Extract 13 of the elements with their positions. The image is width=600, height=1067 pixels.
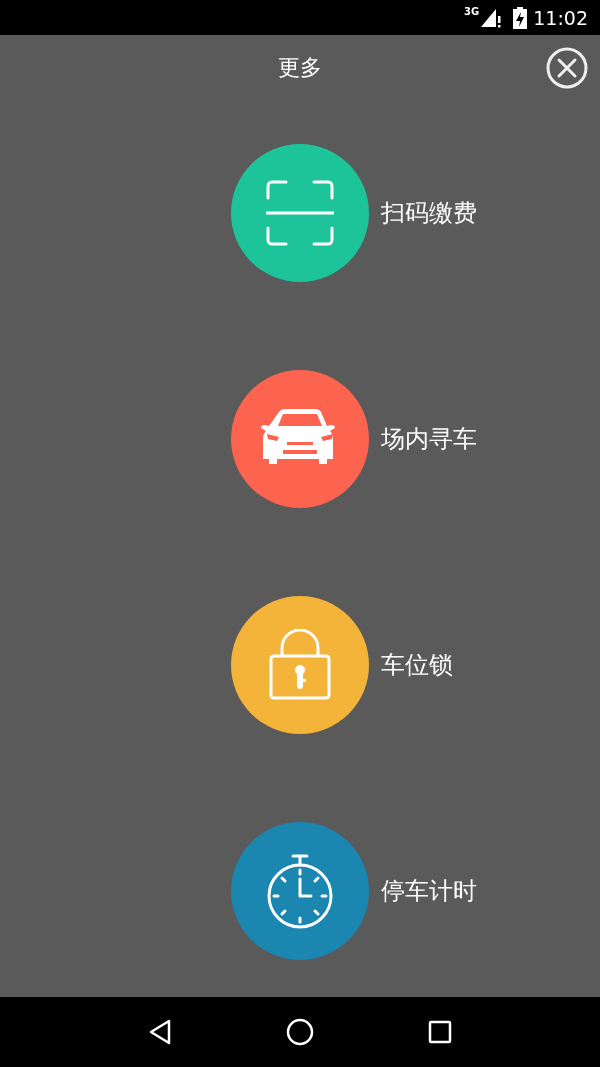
clock-time: 11:02 <box>533 6 588 29</box>
close-icon[interactable] <box>546 47 588 89</box>
lock-icon <box>268 629 332 701</box>
network-type: 3G <box>464 6 480 17</box>
home-icon[interactable] <box>285 1017 315 1047</box>
menu-item[interactable]: 扫码缴费 <box>0 143 600 283</box>
battery-charging-icon <box>513 6 528 29</box>
menu-item[interactable]: 车位锁 <box>0 595 600 735</box>
scan-icon <box>266 180 334 246</box>
stopwatch-icon <box>265 853 335 929</box>
page-title: 更多 <box>278 53 322 82</box>
menu-item[interactable]: 场内寻车 <box>0 369 600 509</box>
menu-item[interactable]: 停车计时 <box>0 821 600 961</box>
